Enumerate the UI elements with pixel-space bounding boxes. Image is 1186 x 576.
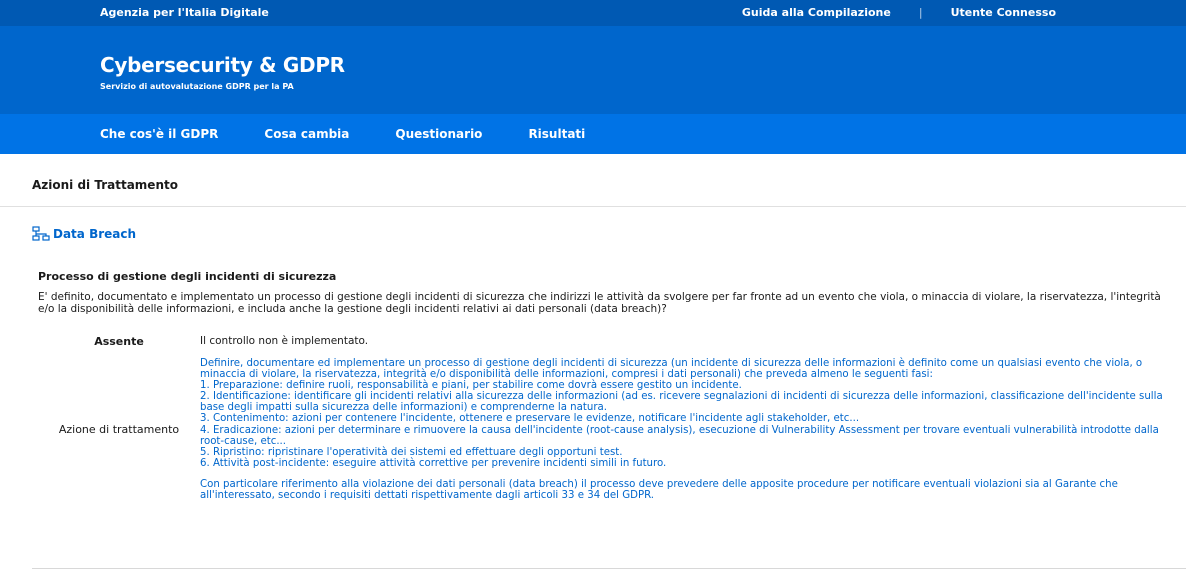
separator: |: [918, 6, 923, 19]
question-title: Processo di gestione degli incidenti di …: [38, 270, 337, 283]
guide-link[interactable]: Guida alla Compilazione: [742, 6, 891, 19]
nav-item-gdpr[interactable]: Che cos'è il GDPR: [100, 127, 218, 141]
status-value: Il controllo non è implementato.: [200, 335, 369, 347]
top-links: Guida alla Compilazione | Utente Conness…: [742, 6, 1056, 19]
action-step: 5. Ripristino: ripristinare l'operativit…: [200, 446, 623, 458]
bottom-divider: [32, 568, 1186, 569]
data-breach-link[interactable]: Data Breach: [32, 226, 1186, 242]
action-step: 4. Eradicazione: azioni per determinare …: [200, 424, 1159, 447]
agency-name[interactable]: Agenzia per l'Italia Digitale: [100, 6, 269, 19]
site-header: Cybersecurity & GDPR Servizio di autoval…: [0, 26, 1186, 114]
site-title[interactable]: Cybersecurity & GDPR: [100, 53, 345, 77]
site-subtitle: Servizio di autovalutazione GDPR per la …: [100, 82, 294, 91]
divider: [0, 206, 1186, 207]
nav-item-questionario[interactable]: Questionario: [395, 127, 482, 141]
action-note: Con particolare riferimento alla violazi…: [200, 478, 1118, 502]
nav-item-cosa-cambia[interactable]: Cosa cambia: [264, 127, 349, 141]
sitemap-icon: [32, 226, 50, 242]
status-label: Assente: [94, 335, 144, 348]
action-intro: Definire, documentare ed implementare un…: [200, 358, 1143, 381]
status-row: Assente Il controllo non è implementato.: [38, 335, 1180, 348]
top-bar: Agenzia per l'Italia Digitale Guida alla…: [0, 0, 1186, 26]
action-step: 1. Preparazione: definire ruoli, respons…: [200, 380, 742, 392]
nav-item-risultati[interactable]: Risultati: [528, 127, 585, 141]
action-step: 3. Contenimento: azioni per contenere l'…: [200, 413, 860, 425]
main-nav: Che cos'è il GDPR Cosa cambia Questionar…: [0, 114, 1186, 154]
question-card: Processo di gestione degli incidenti di …: [38, 251, 1180, 501]
data-breach-label[interactable]: Data Breach: [53, 227, 136, 241]
action-label: Azione di trattamento: [58, 423, 180, 437]
action-step: 2. Identificazione: identificare gli inc…: [200, 391, 1163, 414]
page-title: Azioni di Trattamento: [32, 178, 178, 192]
action-row: Azione di trattamento Definire, document…: [38, 358, 1180, 501]
action-text: Definire, documentare ed implementare un…: [200, 358, 1180, 501]
action-step: 6. Attività post-incidente: eseguire att…: [200, 457, 667, 469]
question-text: E' definito, documentato e implementato …: [38, 291, 1161, 315]
main-content: Azioni di Trattamento Data Breach Proces…: [0, 178, 1186, 501]
user-link[interactable]: Utente Connesso: [951, 6, 1056, 19]
